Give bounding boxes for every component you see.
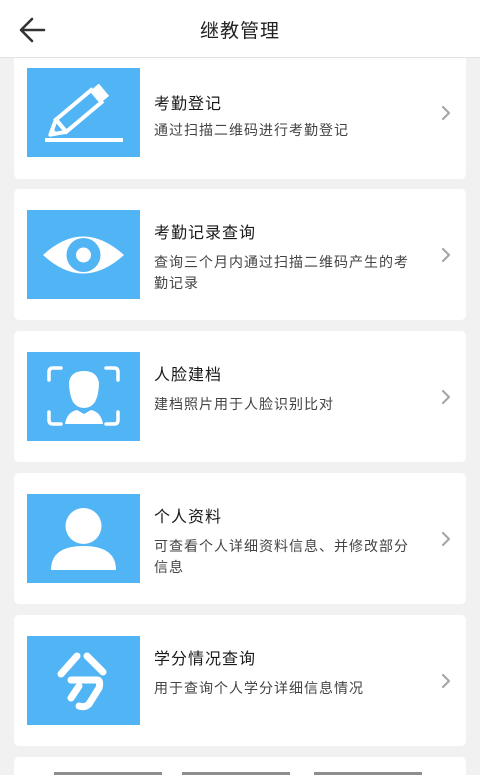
menu-item-title: 个人资料: [154, 507, 223, 526]
chevron-right-icon: [441, 673, 451, 689]
eye-icon-tile: [27, 210, 140, 299]
face-scan-icon: [47, 366, 120, 426]
menu-item-attendance-records[interactable]: 考勤记录查询 查询三个月内通过扫描二维码产生的考勤记录: [14, 189, 466, 320]
page-title: 继教管理: [199, 20, 280, 42]
menu-item-description: 可查看个人详细资料信息、并修改部分信息: [154, 539, 409, 576]
chevron-right-icon: [441, 247, 451, 263]
menu-item-description: 用于查询个人学分详细信息情况: [154, 681, 364, 697]
menu-item-title: 考勤记录查询: [154, 223, 257, 242]
menu-item-description: 查询三个月内通过扫描二维码产生的考勤记录: [154, 255, 409, 292]
pencil-icon-tile: [27, 68, 140, 157]
credit-icon: [57, 652, 107, 711]
pencil-icon: [45, 83, 123, 142]
next-card-partial: [14, 757, 466, 775]
menu-item-description: 建档照片用于人脸识别比对: [154, 397, 334, 413]
menu-item-credit-query[interactable]: 学分情况查询 用于查询个人学分详细信息情况: [14, 615, 466, 746]
person-icon: [51, 508, 116, 570]
menu-item-title: 人脸建档: [154, 365, 223, 384]
menu-item-title: 学分情况查询: [154, 649, 257, 668]
person-icon-tile: [27, 494, 140, 583]
face-scan-icon-tile: [27, 352, 140, 441]
chevron-right-icon: [441, 389, 451, 405]
chevron-right-icon: [441, 105, 451, 121]
eye-icon: [43, 236, 124, 274]
menu-item-title: 考勤登记: [154, 94, 223, 113]
menu-item-description: 通过扫描二维码进行考勤登记: [154, 123, 349, 139]
credit-icon-tile: [27, 636, 140, 725]
chevron-right-icon: [441, 531, 451, 547]
menu-item-attendance-checkin[interactable]: 考勤登记 通过扫描二维码进行考勤登记: [14, 58, 466, 179]
header: 继教管理: [0, 0, 480, 58]
menu-item-personal-info[interactable]: 个人资料 可查看个人详细资料信息、并修改部分信息: [14, 473, 466, 604]
menu-item-face-profile[interactable]: 人脸建档 建档照片用于人脸识别比对: [14, 331, 466, 462]
